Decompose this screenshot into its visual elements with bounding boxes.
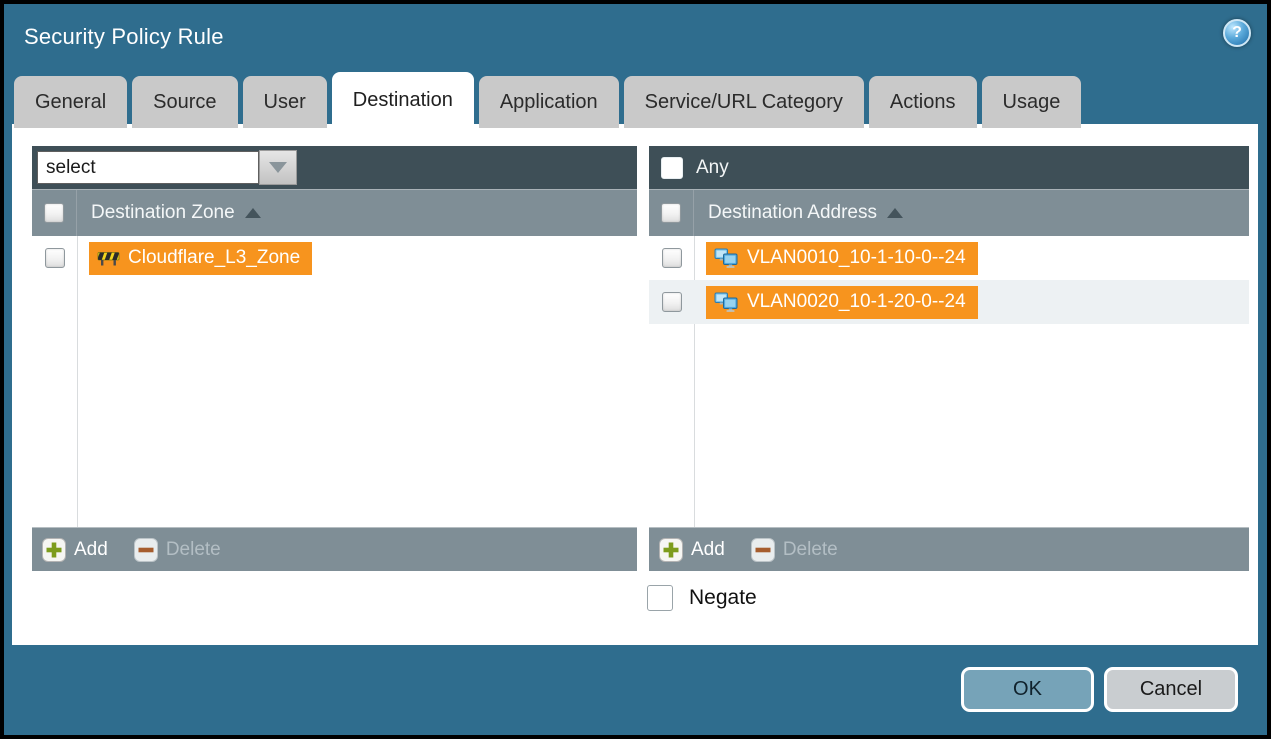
tab-application[interactable]: Application bbox=[479, 76, 619, 128]
tab-usage[interactable]: Usage bbox=[982, 76, 1082, 128]
table-row: Cloudflare_L3_Zone bbox=[32, 236, 637, 280]
zone-list: Cloudflare_L3_Zone bbox=[32, 236, 637, 527]
zone-add-label: Add bbox=[74, 539, 108, 561]
address-item[interactable]: VLAN0010_10-1-10-0--24 bbox=[706, 242, 978, 275]
address-row-checkbox[interactable] bbox=[662, 248, 682, 268]
zone-select-all-checkbox[interactable] bbox=[44, 203, 64, 223]
add-icon bbox=[659, 538, 683, 562]
delete-icon bbox=[751, 538, 775, 562]
tab-general[interactable]: General bbox=[14, 76, 127, 128]
negate-checkbox[interactable] bbox=[647, 585, 673, 611]
zone-panel-footer: Add Delete bbox=[32, 527, 637, 571]
address-add-label: Add bbox=[691, 539, 725, 561]
zone-table-header: Destination Zone bbox=[32, 189, 637, 236]
address-delete-label: Delete bbox=[783, 539, 838, 561]
tab-actions[interactable]: Actions bbox=[869, 76, 977, 128]
address-item[interactable]: VLAN0020_10-1-20-0--24 bbox=[706, 286, 978, 319]
any-checkbox-group: Any bbox=[654, 157, 729, 179]
address-icon bbox=[714, 248, 739, 268]
dialog-title: Security Policy Rule bbox=[24, 24, 224, 50]
tab-service-url-category[interactable]: Service/URL Category bbox=[624, 76, 864, 128]
negate-group: Negate bbox=[647, 585, 757, 611]
destination-zone-panel: Destination Zone bbox=[32, 146, 637, 571]
address-item-label: VLAN0010_10-1-10-0--24 bbox=[747, 247, 966, 269]
zone-row-checkbox[interactable] bbox=[45, 248, 65, 268]
destination-address-panel: Any Destination Address bbox=[649, 146, 1249, 571]
table-row: VLAN0020_10-1-20-0--24 bbox=[649, 280, 1249, 324]
zone-icon bbox=[97, 250, 120, 266]
cancel-button[interactable]: Cancel bbox=[1104, 667, 1238, 712]
any-checkbox[interactable] bbox=[661, 157, 683, 179]
zone-add-button[interactable]: Add bbox=[42, 538, 108, 562]
address-icon bbox=[714, 292, 739, 312]
address-item-label: VLAN0020_10-1-20-0--24 bbox=[747, 291, 966, 313]
address-add-button[interactable]: Add bbox=[659, 538, 725, 562]
ok-button[interactable]: OK bbox=[961, 667, 1094, 712]
zone-column-header[interactable]: Destination Zone bbox=[91, 202, 235, 224]
zone-panel-toolbar bbox=[32, 146, 637, 189]
dialog-titlebar: Security Policy Rule ? bbox=[4, 4, 1267, 68]
address-row-checkbox[interactable] bbox=[662, 292, 682, 312]
address-panel-toolbar: Any bbox=[649, 146, 1249, 189]
sort-ascending-icon[interactable] bbox=[887, 208, 903, 218]
address-list: VLAN0010_10-1-10-0--24 bbox=[649, 236, 1249, 527]
zone-select-input[interactable] bbox=[37, 151, 259, 184]
security-policy-rule-dialog: Security Policy Rule ? General Source Us… bbox=[4, 4, 1267, 735]
zone-select-combo bbox=[37, 150, 297, 185]
tab-content-destination: Destination Zone bbox=[12, 124, 1258, 645]
negate-label: Negate bbox=[689, 586, 757, 610]
any-label: Any bbox=[696, 157, 729, 179]
address-panel-footer: Add Delete bbox=[649, 527, 1249, 571]
zone-delete-label: Delete bbox=[166, 539, 221, 561]
address-column-header[interactable]: Destination Address bbox=[708, 202, 877, 224]
chevron-down-icon bbox=[269, 162, 287, 173]
screenshot-frame: Security Policy Rule ? General Source Us… bbox=[0, 0, 1271, 739]
table-row: VLAN0010_10-1-10-0--24 bbox=[649, 236, 1249, 280]
zone-delete-button[interactable]: Delete bbox=[134, 538, 221, 562]
address-table-header: Destination Address bbox=[649, 189, 1249, 236]
delete-icon bbox=[134, 538, 158, 562]
sort-ascending-icon[interactable] bbox=[245, 208, 261, 218]
tab-bar: General Source User Destination Applicat… bbox=[14, 72, 1081, 128]
address-select-all-checkbox[interactable] bbox=[661, 203, 681, 223]
zone-item[interactable]: Cloudflare_L3_Zone bbox=[89, 242, 312, 275]
tab-destination[interactable]: Destination bbox=[332, 72, 474, 128]
zone-select-dropdown-button[interactable] bbox=[259, 150, 297, 185]
add-icon bbox=[42, 538, 66, 562]
zone-item-label: Cloudflare_L3_Zone bbox=[128, 247, 300, 269]
tab-source[interactable]: Source bbox=[132, 76, 237, 128]
help-icon[interactable]: ? bbox=[1223, 19, 1251, 47]
tab-user[interactable]: User bbox=[243, 76, 327, 128]
address-delete-button[interactable]: Delete bbox=[751, 538, 838, 562]
